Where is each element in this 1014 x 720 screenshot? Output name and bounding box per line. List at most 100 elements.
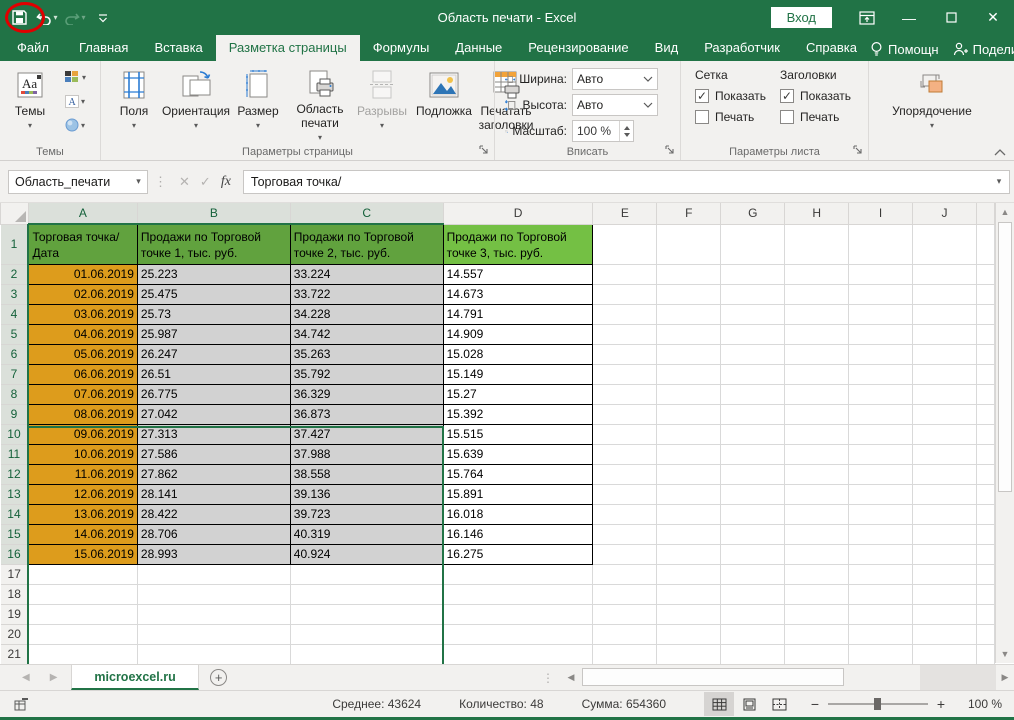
status-average[interactable]: Среднее: 43624 — [332, 697, 421, 711]
cell-J14[interactable] — [913, 504, 977, 524]
cell-E5[interactable] — [593, 324, 657, 344]
cell-A3[interactable]: 02.06.2019 — [28, 284, 137, 304]
cell-H5[interactable] — [785, 324, 849, 344]
cell-C17[interactable] — [290, 564, 443, 584]
cell-D17[interactable] — [443, 564, 593, 584]
signin-button[interactable]: Вход — [771, 7, 832, 28]
row-header-4[interactable]: 4 — [1, 304, 29, 324]
normal-view-button[interactable] — [704, 692, 734, 716]
cell-C6[interactable]: 35.263 — [290, 344, 443, 364]
cell-X4[interactable] — [976, 304, 994, 324]
cell-C10[interactable]: 37.427 — [290, 424, 443, 444]
cell-F11[interactable] — [657, 444, 721, 464]
cell-I18[interactable] — [849, 584, 913, 604]
redo-dropdown-arrow[interactable]: ▾ — [81, 13, 85, 22]
column-header-H[interactable]: H — [785, 203, 849, 224]
themes-button[interactable]: Aa Темы▾ — [2, 64, 58, 142]
cell-J8[interactable] — [913, 384, 977, 404]
name-box-dropdown[interactable]: ▾ — [129, 176, 147, 187]
cell-C15[interactable]: 40.319 — [290, 524, 443, 544]
share-button[interactable]: Поделиться — [953, 42, 1014, 57]
cell-X20[interactable] — [976, 624, 994, 644]
cell-C7[interactable]: 35.792 — [290, 364, 443, 384]
cell-F15[interactable] — [657, 524, 721, 544]
zoom-slider[interactable] — [828, 703, 928, 705]
cell-C20[interactable] — [290, 624, 443, 644]
cell-I19[interactable] — [849, 604, 913, 624]
cell-B1[interactable]: Продажи по Торговой точке 1, тыс. руб. — [137, 224, 290, 264]
cell-F13[interactable] — [657, 484, 721, 504]
cell-D11[interactable]: 15.639 — [443, 444, 593, 464]
cell-C9[interactable]: 36.873 — [290, 404, 443, 424]
cell-C12[interactable]: 38.558 — [290, 464, 443, 484]
cell-J16[interactable] — [913, 544, 977, 564]
cell-H14[interactable] — [785, 504, 849, 524]
scroll-right-button[interactable]: ▶ — [996, 665, 1014, 690]
save-button[interactable] — [6, 5, 32, 31]
cell-D1[interactable]: Продажи по Торговой точке 3, тыс. руб. — [443, 224, 593, 264]
cell-D21[interactable] — [443, 644, 593, 664]
cell-H17[interactable] — [785, 564, 849, 584]
cell-A4[interactable]: 03.06.2019 — [28, 304, 137, 324]
vertical-scroll-thumb[interactable] — [998, 222, 1012, 492]
cell-E10[interactable] — [593, 424, 657, 444]
cell-X14[interactable] — [976, 504, 994, 524]
cell-D4[interactable]: 14.791 — [443, 304, 593, 324]
cell-A21[interactable] — [28, 644, 137, 664]
cell-J1[interactable] — [913, 224, 977, 264]
cell-G3[interactable] — [721, 284, 785, 304]
cell-B9[interactable]: 27.042 — [137, 404, 290, 424]
cell-A2[interactable]: 01.06.2019 — [28, 264, 137, 284]
cell-F20[interactable] — [657, 624, 721, 644]
cell-X6[interactable] — [976, 344, 994, 364]
cell-F3[interactable] — [657, 284, 721, 304]
cell-D19[interactable] — [443, 604, 593, 624]
macro-record-button[interactable] — [14, 698, 29, 711]
cell-F7[interactable] — [657, 364, 721, 384]
cell-F21[interactable] — [657, 644, 721, 664]
cell-C8[interactable]: 36.329 — [290, 384, 443, 404]
redo-button[interactable]: ▾ — [62, 5, 88, 31]
cell-J15[interactable] — [913, 524, 977, 544]
cell-H7[interactable] — [785, 364, 849, 384]
cell-X21[interactable] — [976, 644, 994, 664]
cell-H13[interactable] — [785, 484, 849, 504]
customize-qat-button[interactable] — [90, 5, 116, 31]
zoom-level[interactable]: 100 % — [956, 697, 1002, 711]
cell-G21[interactable] — [721, 644, 785, 664]
row-header-7[interactable]: 7 — [1, 364, 29, 384]
cell-A11[interactable]: 10.06.2019 — [28, 444, 137, 464]
cell-F17[interactable] — [657, 564, 721, 584]
row-header-9[interactable]: 9 — [1, 404, 29, 424]
cell-D5[interactable]: 14.909 — [443, 324, 593, 344]
cell-A7[interactable]: 06.06.2019 — [28, 364, 137, 384]
cell-G2[interactable] — [721, 264, 785, 284]
cell-F12[interactable] — [657, 464, 721, 484]
cell-B15[interactable]: 28.706 — [137, 524, 290, 544]
column-header-F[interactable]: F — [657, 203, 721, 224]
cell-G16[interactable] — [721, 544, 785, 564]
tab-7[interactable]: Вид — [642, 35, 692, 61]
cell-I21[interactable] — [849, 644, 913, 664]
cell-F4[interactable] — [657, 304, 721, 324]
cell-J10[interactable] — [913, 424, 977, 444]
cell-B13[interactable]: 28.141 — [137, 484, 290, 504]
cell-E19[interactable] — [593, 604, 657, 624]
margins-button[interactable]: Поля▾ — [103, 64, 165, 142]
tab-9[interactable]: Справка — [793, 35, 870, 61]
scale-up-button[interactable] — [624, 126, 630, 130]
cell-D8[interactable]: 15.27 — [443, 384, 593, 404]
cell-D7[interactable]: 15.149 — [443, 364, 593, 384]
cell-G17[interactable] — [721, 564, 785, 584]
cell-B8[interactable]: 26.775 — [137, 384, 290, 404]
next-sheet-button[interactable]: ▶ — [50, 672, 58, 683]
cell-J21[interactable] — [913, 644, 977, 664]
gridlines-show-checkbox[interactable]: ✓Показать — [695, 89, 766, 103]
cell-I14[interactable] — [849, 504, 913, 524]
cell-B11[interactable]: 27.586 — [137, 444, 290, 464]
cell-G5[interactable] — [721, 324, 785, 344]
cell-J3[interactable] — [913, 284, 977, 304]
watermark-button[interactable]: Подложка — [413, 64, 475, 142]
tab-0[interactable]: Файл — [0, 35, 66, 61]
cell-D10[interactable]: 15.515 — [443, 424, 593, 444]
